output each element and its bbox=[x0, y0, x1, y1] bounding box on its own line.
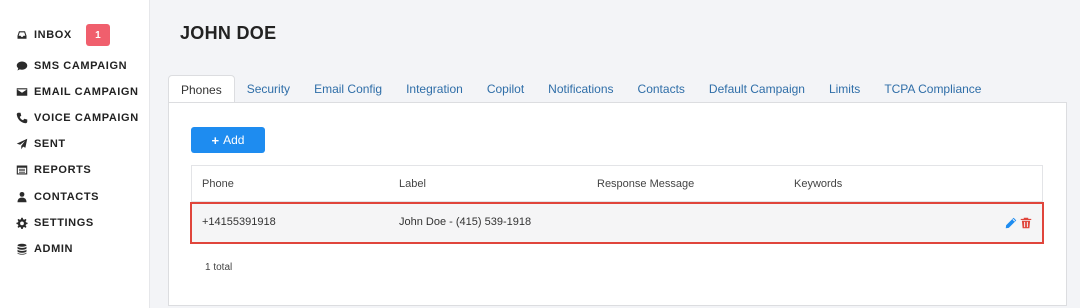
tab-copilot[interactable]: Copilot bbox=[475, 75, 536, 103]
sidebar-item-email-campaign[interactable]: EMAIL CAMPAIGN bbox=[15, 82, 139, 102]
tab-security[interactable]: Security bbox=[235, 75, 302, 103]
sidebar-item-label: SETTINGS bbox=[34, 217, 94, 229]
sidebar: INBOX 1 SMS CAMPAIGN EMAIL CAMPAIGN VOIC… bbox=[0, 0, 150, 308]
column-header-label: Label bbox=[399, 178, 426, 190]
tab-bar: Phones Security Email Config Integration… bbox=[168, 75, 993, 104]
cell-label: John Doe - (415) 539-1918 bbox=[399, 216, 532, 228]
sidebar-item-label: INBOX bbox=[34, 29, 72, 41]
pencil-icon[interactable] bbox=[1005, 216, 1017, 234]
sidebar-item-settings[interactable]: SETTINGS bbox=[15, 213, 94, 233]
page-title: JOHN DOE bbox=[180, 23, 277, 43]
plus-icon: + bbox=[211, 132, 220, 148]
list-alt-icon bbox=[15, 163, 29, 177]
sidebar-item-inbox[interactable]: INBOX 1 bbox=[15, 24, 110, 46]
column-header-phone: Phone bbox=[202, 178, 234, 190]
sidebar-item-label: CONTACTS bbox=[34, 191, 100, 203]
table-row[interactable]: +14155391918 John Doe - (415) 539-1918 bbox=[190, 202, 1044, 244]
column-header-response-message: Response Message bbox=[597, 178, 695, 190]
trash-icon[interactable] bbox=[1020, 216, 1032, 234]
comment-icon bbox=[15, 59, 29, 73]
phones-table: Phone Label Response Message Keywords +1… bbox=[190, 165, 1044, 244]
phones-panel: + Add Phone Label Response Message Keywo… bbox=[168, 102, 1067, 306]
sidebar-item-label: SMS CAMPAIGN bbox=[34, 60, 128, 72]
sidebar-item-sms-campaign[interactable]: SMS CAMPAIGN bbox=[15, 56, 127, 76]
sidebar-item-label: VOICE CAMPAIGN bbox=[34, 112, 139, 124]
tab-email-config[interactable]: Email Config bbox=[302, 75, 394, 103]
tab-contacts[interactable]: Contacts bbox=[626, 75, 697, 103]
sidebar-item-sent[interactable]: SENT bbox=[15, 134, 66, 154]
tab-tcpa-compliance[interactable]: TCPA Compliance bbox=[872, 75, 993, 103]
add-phone-button[interactable]: + Add bbox=[191, 127, 265, 153]
cell-phone: +14155391918 bbox=[202, 216, 276, 228]
inbox-icon bbox=[15, 28, 29, 42]
tab-default-campaign[interactable]: Default Campaign bbox=[697, 75, 817, 103]
tab-phones[interactable]: Phones bbox=[168, 75, 235, 104]
tab-notifications[interactable]: Notifications bbox=[536, 75, 625, 103]
tab-limits[interactable]: Limits bbox=[817, 75, 872, 103]
user-icon bbox=[15, 190, 29, 204]
table-header: Phone Label Response Message Keywords bbox=[192, 166, 1042, 202]
inbox-count-badge: 1 bbox=[85, 24, 110, 46]
database-icon bbox=[15, 242, 29, 256]
column-header-keywords: Keywords bbox=[794, 178, 843, 190]
envelope-icon bbox=[15, 85, 29, 99]
gear-icon bbox=[15, 216, 29, 230]
tab-integration[interactable]: Integration bbox=[394, 75, 475, 103]
add-button-label: Add bbox=[223, 133, 245, 147]
paper-plane-icon bbox=[15, 137, 29, 151]
table-total-count: 1 total bbox=[205, 262, 233, 273]
phone-icon bbox=[15, 111, 29, 125]
sidebar-item-admin[interactable]: ADMIN bbox=[15, 239, 73, 259]
sidebar-item-label: SENT bbox=[34, 138, 66, 150]
sidebar-item-contacts[interactable]: CONTACTS bbox=[15, 187, 99, 207]
sidebar-item-label: EMAIL CAMPAIGN bbox=[34, 86, 139, 98]
sidebar-item-label: REPORTS bbox=[34, 164, 92, 176]
sidebar-item-label: ADMIN bbox=[34, 243, 74, 255]
row-actions bbox=[1005, 216, 1032, 234]
sidebar-item-voice-campaign[interactable]: VOICE CAMPAIGN bbox=[15, 108, 139, 128]
sidebar-item-reports[interactable]: REPORTS bbox=[15, 160, 91, 180]
